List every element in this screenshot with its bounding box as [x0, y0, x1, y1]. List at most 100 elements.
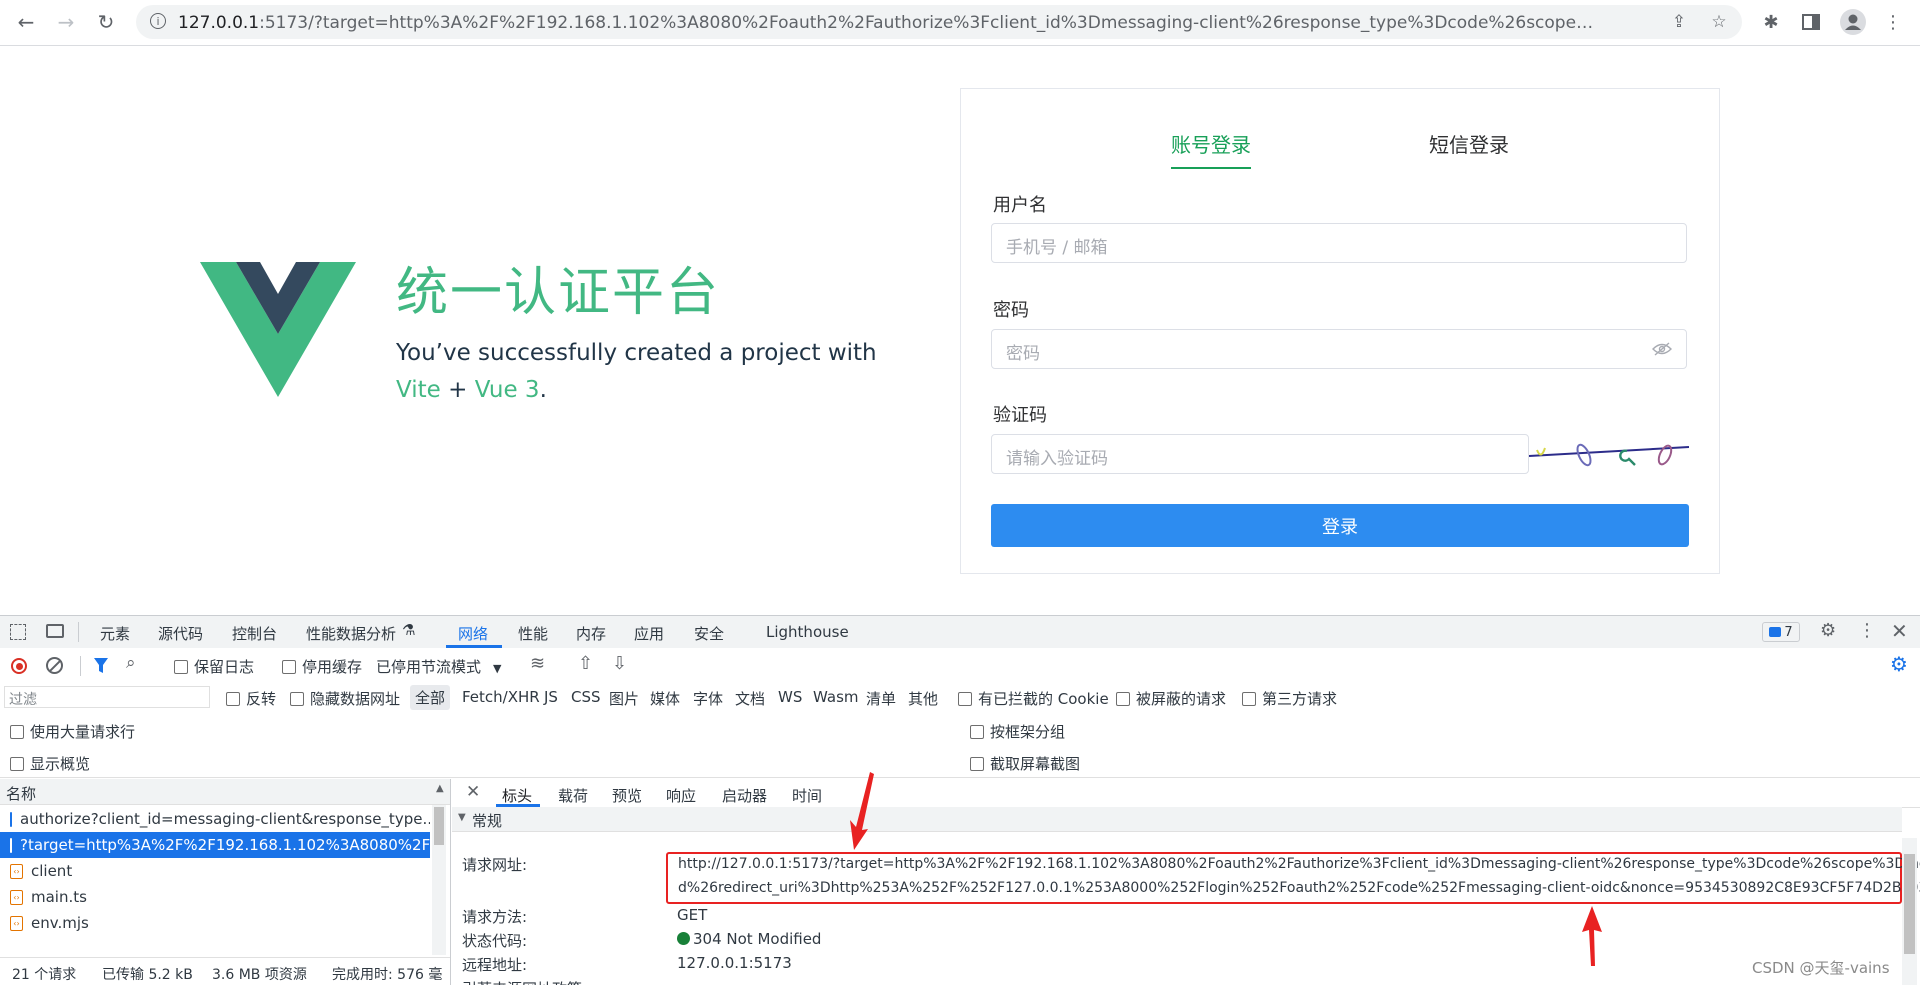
devtools-tab-performance-insights[interactable]: 性能数据分析 [306, 623, 396, 644]
share-icon[interactable]: ⇪ [1668, 11, 1690, 33]
settings-gear-icon[interactable]: ⚙ [1820, 620, 1836, 641]
group-by-frame-checkbox[interactable]: 按框架分组 [970, 721, 1065, 742]
login-button[interactable]: 登录 [991, 504, 1689, 547]
platform-title: 统一认证平台 [396, 263, 721, 323]
details-tab-payload[interactable]: 载荷 [558, 785, 588, 806]
address-bar[interactable]: i 127.0.0.1:5173/?target=http%3A%2F%2F19… [136, 5, 1742, 39]
password-label: 密码 [993, 300, 1029, 321]
request-row[interactable]: ‹› client [0, 858, 430, 884]
request-row[interactable]: ‹› main.ts [0, 884, 430, 910]
captcha-image[interactable] [1529, 434, 1689, 474]
capture-screenshots-checkbox[interactable]: 截取屏幕截图 [970, 753, 1080, 774]
devtools-tab-application[interactable]: 应用 [634, 623, 664, 644]
request-row[interactable]: ‹› env.mjs [0, 910, 430, 936]
divider [80, 656, 81, 676]
info-icon[interactable]: i [150, 13, 166, 29]
status-value: 304 Not Modified [677, 930, 821, 948]
type-filter-doc[interactable]: 文档 [735, 688, 765, 709]
inspect-element-icon[interactable] [10, 624, 26, 640]
active-tab-underline [1171, 167, 1251, 169]
big-request-rows-checkbox[interactable]: 使用大量请求行 [10, 721, 135, 742]
disable-cache-checkbox[interactable]: 停用缓存 [282, 656, 362, 677]
hide-data-urls-checkbox[interactable]: 隐藏数据网址 [290, 688, 400, 709]
type-filter-ws[interactable]: WS [778, 688, 802, 706]
show-overview-checkbox[interactable]: 显示概览 [10, 753, 90, 774]
device-toolbar-icon[interactable] [46, 624, 64, 638]
captcha-input[interactable]: 请输入验证码 [991, 434, 1529, 474]
transferred-size: 已传输 5.2 kB [102, 967, 193, 983]
close-details-icon[interactable]: ✕ [466, 782, 480, 802]
type-filter-all[interactable]: 全部 [410, 685, 451, 710]
forward-arrow-icon[interactable]: → [52, 8, 80, 36]
details-tab-preview[interactable]: 预览 [612, 785, 642, 806]
invert-checkbox[interactable]: 反转 [226, 688, 276, 709]
extensions-puzzle-icon[interactable]: ✱ [1758, 9, 1784, 35]
devtools-tab-console[interactable]: 控制台 [232, 623, 277, 644]
export-har-icon[interactable]: ⇩ [612, 653, 627, 674]
devtools-tab-lighthouse[interactable]: Lighthouse [766, 623, 849, 641]
type-filter-wasm[interactable]: Wasm [813, 688, 859, 706]
collapse-triangle-icon: ▼ [458, 812, 466, 823]
request-row-selected[interactable]: ?target=http%3A%2F%2F192.168.1.102%3A808… [0, 832, 430, 858]
type-filter-other[interactable]: 其他 [908, 688, 938, 709]
bookmark-star-icon[interactable]: ☆ [1708, 11, 1730, 33]
username-input[interactable]: 手机号 / 邮箱 [991, 223, 1687, 263]
type-filter-js[interactable]: JS [544, 688, 558, 706]
url-text[interactable]: 127.0.0.1:5173/?target=http%3A%2F%2F192.… [178, 13, 1608, 33]
tab-sms-login[interactable]: 短信登录 [1429, 129, 1509, 158]
third-party-checkbox[interactable]: 第三方请求 [1242, 688, 1337, 709]
type-filter-font[interactable]: 字体 [693, 688, 723, 709]
type-filter-manifest[interactable]: 清单 [866, 688, 896, 709]
devtools-tab-security[interactable]: 安全 [694, 623, 724, 644]
eye-hidden-icon[interactable] [1652, 342, 1672, 356]
throttling-select[interactable]: 已停用节流模式 ▼ [376, 656, 501, 677]
network-settings-gear-icon[interactable]: ⚙ [1890, 652, 1908, 676]
devtools-tab-memory[interactable]: 内存 [576, 623, 606, 644]
filter-input[interactable]: 过滤 [4, 686, 210, 708]
network-conditions-icon[interactable]: ≋ [530, 653, 545, 674]
list-scrollbar[interactable] [432, 805, 446, 955]
type-filter-fetch-xhr[interactable]: Fetch/XHR [462, 688, 540, 706]
record-stop-icon[interactable] [11, 658, 27, 674]
blocked-cookies-checkbox[interactable]: 有已拦截的 Cookie [958, 688, 1109, 709]
column-name-header[interactable]: 名称 [6, 783, 36, 804]
watermark: CSDN @天玺-vains [1752, 959, 1890, 977]
devtools-tab-elements[interactable]: 元素 [100, 623, 130, 644]
details-scrollbar[interactable] [1902, 838, 1917, 985]
request-row[interactable]: authorize?client_id=messaging-client&res… [0, 806, 430, 832]
details-tab-response[interactable]: 响应 [666, 785, 696, 806]
more-vert-icon[interactable]: ⋮ [1858, 620, 1876, 641]
profile-avatar-icon[interactable] [1840, 9, 1866, 35]
blocked-requests-checkbox[interactable]: 被屏蔽的请求 [1116, 688, 1226, 709]
tab-account-login[interactable]: 账号登录 [1171, 129, 1251, 158]
side-panel-icon[interactable] [1798, 9, 1824, 35]
preserve-log-checkbox[interactable]: 保留日志 [174, 656, 254, 677]
list-header: 名称 ▲ [0, 779, 450, 805]
type-filter-media[interactable]: 媒体 [650, 688, 680, 709]
clear-icon[interactable] [46, 657, 63, 674]
details-tab-timing[interactable]: 时间 [792, 785, 822, 806]
reload-icon[interactable]: ↻ [92, 8, 120, 36]
vite-link[interactable]: Vite [396, 377, 441, 403]
details-tab-headers[interactable]: 标头 [502, 785, 532, 806]
devtools-tab-performance[interactable]: 性能 [518, 623, 548, 644]
filter-funnel-icon[interactable] [94, 658, 108, 674]
search-icon[interactable]: ⌕ [126, 653, 136, 673]
status-label: 状态代码: [462, 932, 528, 950]
vue-link[interactable]: Vue 3 [475, 377, 540, 403]
username-label: 用户名 [993, 195, 1047, 216]
type-filter-img[interactable]: 图片 [609, 688, 639, 709]
message-icon [1769, 627, 1782, 637]
password-input[interactable]: 密码 [991, 329, 1687, 369]
type-filter-css[interactable]: CSS [571, 688, 601, 706]
general-section-header[interactable]: ▼ 常规 [452, 807, 1902, 832]
devtools-tab-sources[interactable]: 源代码 [158, 623, 203, 644]
issues-badge[interactable]: 7 [1762, 622, 1800, 642]
sort-up-icon: ▲ [436, 783, 444, 794]
more-vert-icon[interactable]: ⋮ [1880, 9, 1906, 35]
close-icon[interactable]: ✕ [1891, 619, 1908, 643]
devtools-tab-network[interactable]: 网络 [458, 623, 488, 644]
import-har-icon[interactable]: ⇧ [578, 653, 593, 674]
back-arrow-icon[interactable]: ← [12, 8, 40, 36]
details-tab-initiator[interactable]: 启动器 [722, 785, 767, 806]
